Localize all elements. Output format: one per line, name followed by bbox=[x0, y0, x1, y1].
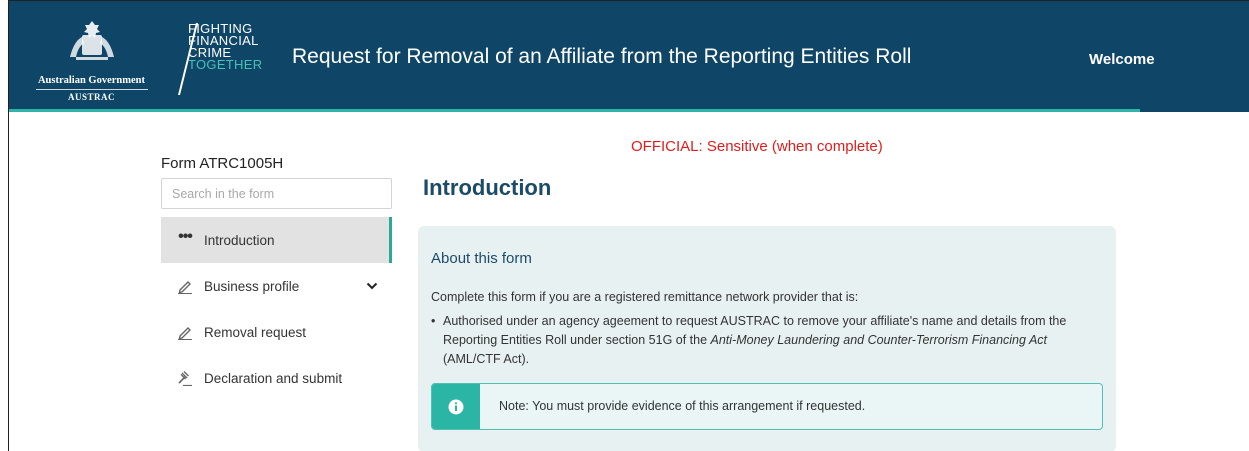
agency-name: AUSTRAC bbox=[67, 92, 115, 102]
card-bullet-item: • Authorised under an agency ageement to… bbox=[431, 312, 1091, 369]
classification-banner: OFFICIAL: Sensitive (when complete) bbox=[631, 138, 883, 155]
section-heading: Introduction bbox=[423, 175, 552, 200]
form-navigation: ••• Introduction Business profile Remova… bbox=[161, 217, 392, 401]
app-frame: Australian Government AUSTRAC FIGHTING F… bbox=[8, 0, 1249, 451]
more-dots-icon: ••• bbox=[178, 228, 193, 245]
nav-item-introduction[interactable]: ••• Introduction bbox=[161, 217, 392, 263]
chevron-down-icon[interactable] bbox=[366, 279, 378, 294]
coat-of-arms-icon bbox=[69, 21, 114, 60]
bullet-dot: • bbox=[431, 314, 436, 328]
act-name: Anti-Money Laundering and Counter-Terror… bbox=[710, 333, 1048, 347]
pencil-icon bbox=[176, 277, 194, 295]
gov-name: Australian Government bbox=[37, 75, 146, 86]
nav-item-label: Introduction bbox=[204, 232, 275, 248]
nav-item-label: Business profile bbox=[204, 278, 300, 294]
card-intro-text: Complete this form if you are a register… bbox=[431, 290, 859, 304]
campaign-line-4: TOGETHER bbox=[188, 57, 263, 72]
page-title: Request for Removal of an Affiliate from… bbox=[292, 45, 912, 68]
nav-item-label: Declaration and submit bbox=[204, 370, 343, 386]
logo-divider bbox=[35, 89, 148, 90]
gavel-icon bbox=[176, 369, 194, 387]
australian-government-logo[interactable]: Australian Government AUSTRAC bbox=[29, 17, 154, 102]
nav-item-business-profile[interactable]: Business profile bbox=[161, 263, 392, 309]
welcome-menu[interactable]: Welcome bbox=[1089, 51, 1155, 68]
about-form-card: About this form Complete this form if yo… bbox=[418, 226, 1116, 451]
form-id: Form ATRC1005H bbox=[161, 155, 284, 172]
card-title: About this form bbox=[431, 250, 532, 267]
bullet-suffix: (AML/CTF Act). bbox=[443, 352, 530, 366]
info-note: Note: You must provide evidence of this … bbox=[431, 383, 1103, 430]
nav-item-declaration-and-submit[interactable]: Declaration and submit bbox=[161, 355, 392, 401]
info-icon bbox=[432, 384, 480, 429]
pencil-icon bbox=[176, 323, 194, 341]
form-search-input[interactable] bbox=[161, 178, 392, 209]
note-text: Note: You must provide evidence of this … bbox=[499, 399, 866, 413]
welcome-underline bbox=[1140, 109, 1249, 112]
nav-item-label: Removal request bbox=[204, 324, 307, 340]
nav-item-removal-request[interactable]: Removal request bbox=[161, 309, 392, 355]
site-header: Australian Government AUSTRAC FIGHTING F… bbox=[9, 1, 1249, 112]
fighting-financial-crime-together-logo: FIGHTING FINANCIAL CRIME TOGETHER bbox=[172, 22, 272, 95]
